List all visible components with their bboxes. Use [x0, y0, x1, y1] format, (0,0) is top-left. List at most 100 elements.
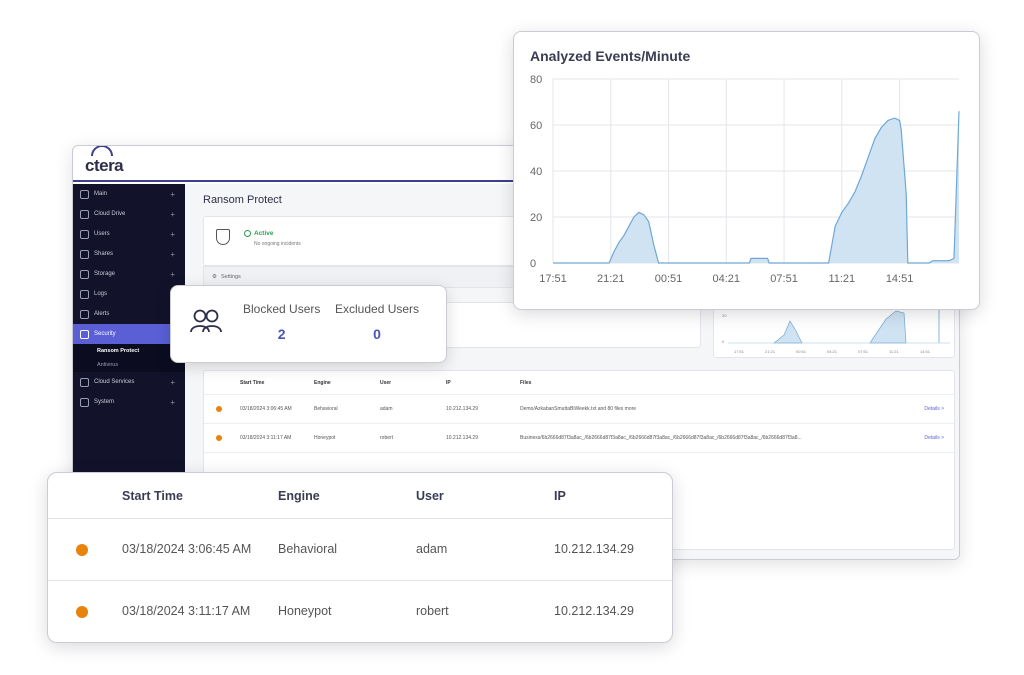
gear-icon: ⚙ — [212, 274, 217, 280]
plus-icon[interactable]: + — [170, 270, 175, 279]
mini-area-2 — [869, 310, 907, 344]
mini-xtick: 07:51 — [858, 349, 869, 354]
table-row[interactable]: 03/18/2024 3:11:17 AM Honeypot robert 10… — [204, 424, 954, 453]
sidebar-item-cloud-services[interactable]: Cloud Services + — [73, 372, 185, 392]
cloud-icon — [91, 146, 113, 156]
ctera-logo[interactable]: ctera — [85, 146, 124, 176]
status-card: Active No ongoing incidents — [203, 216, 523, 266]
status-subtext: No ongoing incidents — [254, 241, 301, 247]
sidebar-item-users[interactable]: Users + — [73, 224, 185, 244]
status-dot — [76, 606, 88, 618]
incidents-table: Start Time Engine User IP 03/18/2024 3:0… — [47, 472, 673, 643]
col-engine[interactable]: Engine — [314, 380, 331, 386]
sidebar-item-system[interactable]: System + — [73, 392, 185, 412]
events-table-header: Start Time Engine User IP Files — [204, 371, 954, 395]
excluded-users-value: 0 — [373, 326, 381, 342]
col-ip[interactable]: IP — [554, 489, 566, 503]
users-icon — [190, 309, 222, 333]
mini-xtick: 21:21 — [765, 349, 776, 354]
y-tick-label: 40 — [530, 166, 542, 178]
sidebar-item-label: Shares — [94, 251, 114, 257]
col-start-time[interactable]: Start Time — [240, 380, 264, 386]
col-engine[interactable]: Engine — [278, 489, 320, 503]
x-tick-label: 21:21 — [597, 273, 625, 285]
plus-icon[interactable]: + — [170, 398, 175, 407]
sidebar-item-label: System — [94, 399, 115, 405]
status-dot — [216, 435, 222, 441]
sidebar-item-alerts[interactable]: Alerts — [73, 304, 185, 324]
drive-icon — [80, 209, 89, 219]
plus-icon[interactable]: + — [170, 210, 175, 219]
excluded-users-metric[interactable]: Excluded Users 0 — [335, 302, 419, 342]
sidebar-item-label: Cloud Drive — [94, 211, 126, 217]
col-user[interactable]: User — [380, 380, 391, 386]
y-tick-label: 20 — [530, 212, 542, 224]
table-row[interactable]: 03/18/2024 3:06:45 AM Behavioral adam 10… — [48, 519, 672, 581]
row-ip: 10.212.134.29 — [446, 435, 478, 441]
blocked-users-value: 2 — [277, 326, 286, 342]
system-icon — [80, 397, 89, 407]
x-tick-label: 00:51 — [655, 273, 683, 285]
col-ip[interactable]: IP — [446, 380, 451, 386]
row-engine: Behavioral — [314, 406, 338, 412]
x-tick-label: 17:51 — [539, 273, 567, 285]
mini-xticks: 17:51 21:21 00:51 04:21 07:51 11:21 14:51 — [734, 349, 931, 354]
sidebar-item-label: Security — [94, 331, 116, 337]
sidebar-item-logs[interactable]: Logs — [73, 284, 185, 304]
status-label: Active — [254, 230, 274, 238]
mini-xtick: 00:51 — [796, 349, 807, 354]
check-icon — [244, 230, 251, 237]
row-files: Demo/AzkabanSmuttaBiWeekk.txt and 80 fil… — [520, 406, 637, 412]
row-ip: 10.212.134.29 — [446, 406, 478, 412]
excluded-users-label: Excluded Users — [335, 302, 420, 316]
sidebar-item-label: Users — [94, 231, 110, 237]
sidebar-item-label: Main — [94, 191, 108, 197]
settings-label: Settings — [220, 274, 241, 280]
status-dot — [216, 406, 222, 412]
x-tick-label: 11:21 — [828, 273, 855, 285]
plus-icon[interactable]: + — [170, 230, 175, 239]
x-tick-label: 14:51 — [886, 273, 914, 285]
sidebar-subitem-ransom-protect[interactable]: Ransom Protect — [73, 344, 185, 358]
col-user[interactable]: User — [416, 489, 444, 503]
table-row[interactable]: 03/18/2024 3:06:45 AM Behavioral adam 10… — [204, 395, 954, 424]
plus-icon[interactable]: + — [170, 378, 175, 387]
sidebar-item-main[interactable]: Main + — [73, 184, 185, 204]
users-icon — [80, 229, 89, 239]
col-files[interactable]: Files — [520, 380, 531, 386]
blocked-users-metric[interactable]: Blocked Users 2 — [243, 302, 320, 342]
sidebar-subitem-label: Antivirus — [97, 362, 119, 368]
sidebar-item-shares[interactable]: Shares + — [73, 244, 185, 264]
sidebar-item-label: Cloud Services — [94, 379, 135, 385]
shield-icon — [216, 229, 230, 245]
row-user: robert — [416, 604, 449, 618]
cloud-services-icon — [80, 377, 89, 387]
mini-chart-svg: 20 0 17:51 21:21 00:51 04:21 07:51 11:21 14:51 — [722, 307, 950, 354]
row-user: adam — [380, 406, 393, 412]
sidebar-item-label: Alerts — [94, 311, 110, 317]
page-title: Ransom Protect — [203, 194, 282, 206]
table-row[interactable]: 03/18/2024 3:11:17 AM Honeypot robert 10… — [48, 581, 672, 642]
stage: ctera Main + Cloud Drive + Users + Shares + … — [0, 0, 1024, 675]
plus-icon[interactable]: + — [170, 250, 175, 259]
blocked-users-label: Blocked Users — [243, 302, 321, 316]
plus-icon[interactable]: + — [170, 190, 175, 199]
row-files: Business/6b2666d87f3a8ac_/6b2666d87f3a8a… — [520, 435, 802, 441]
sidebar-item-storage[interactable]: Storage + — [73, 264, 185, 284]
logo-text: ctera — [85, 156, 124, 175]
mini-xtick: 04:21 — [827, 349, 838, 354]
mini-area-1 — [773, 320, 803, 344]
sidebar-subitem-antivirus[interactable]: Antivirus — [73, 358, 185, 372]
incidents-table-header: Start Time Engine User IP — [48, 473, 672, 519]
col-start-time[interactable]: Start Time — [122, 489, 183, 503]
row-engine: Behavioral — [278, 542, 338, 556]
details-link[interactable]: Details > — [924, 435, 944, 441]
row-time: 03/18/2024 3:06:45 AM — [240, 406, 292, 412]
sidebar-item-cloud-drive[interactable]: Cloud Drive + — [73, 204, 185, 224]
x-tick-label: 07:51 — [770, 273, 798, 285]
row-ip: 10.212.134.29 — [554, 542, 634, 556]
sidebar-item-security[interactable]: Security — [73, 324, 185, 344]
details-link[interactable]: Details > — [924, 406, 944, 412]
mini-xtick: 14:51 — [920, 349, 931, 354]
storage-icon — [80, 269, 89, 279]
